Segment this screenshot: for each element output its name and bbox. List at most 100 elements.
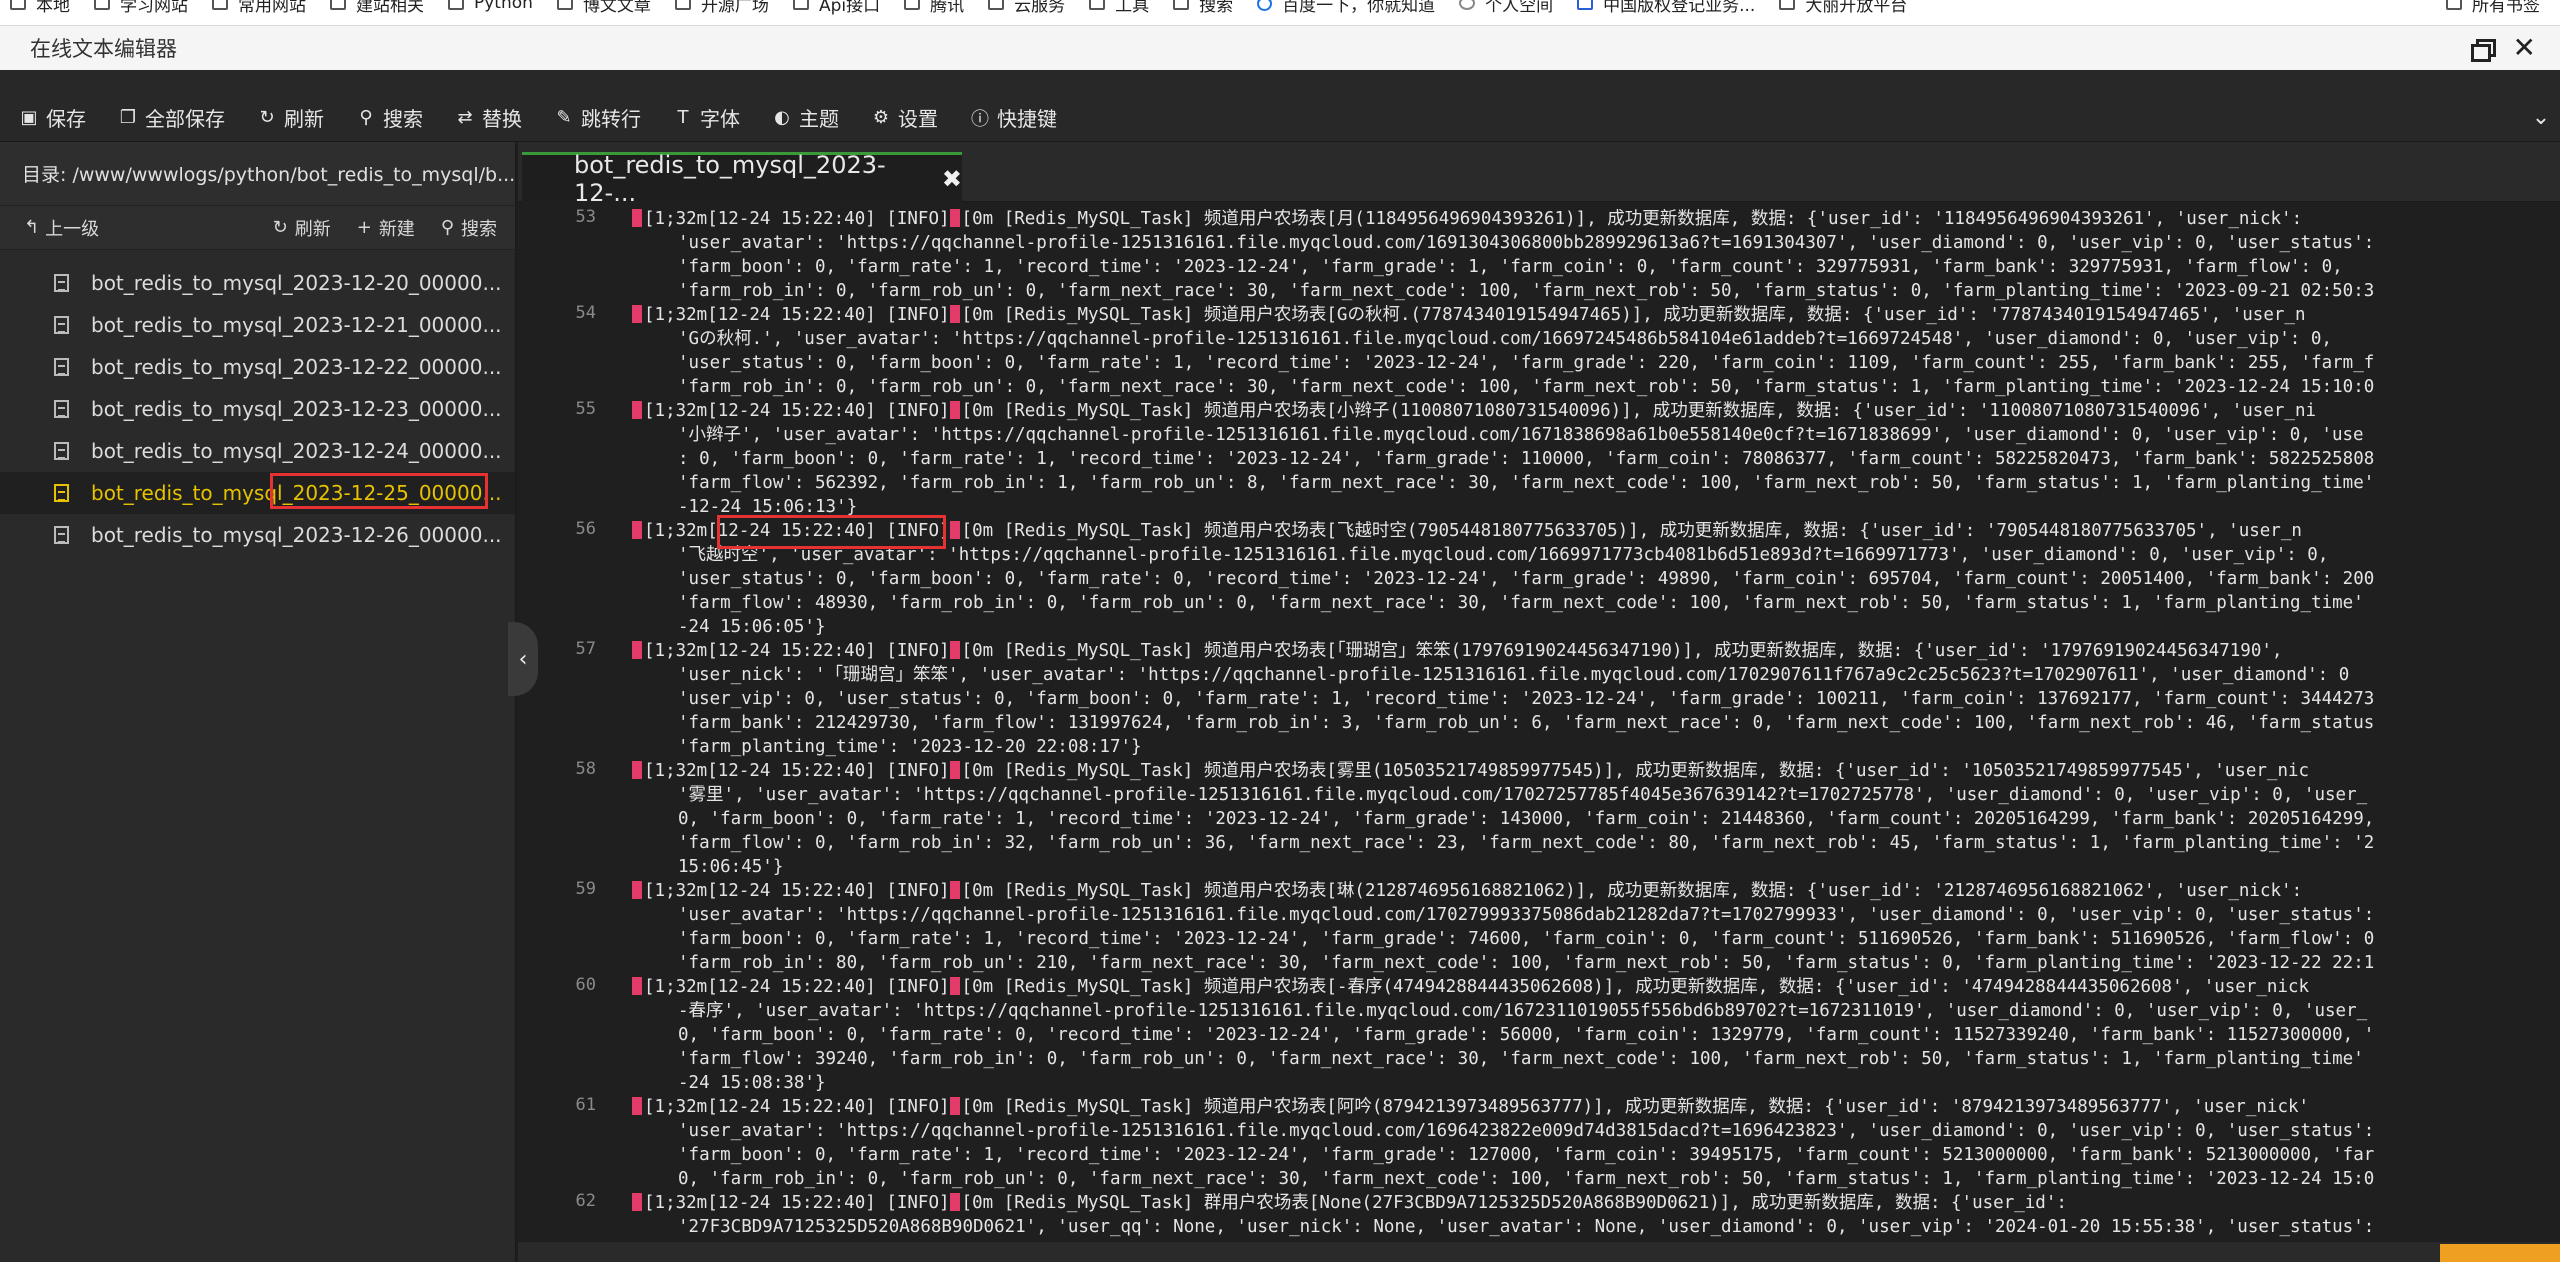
window-titlebar: 在线文本编辑器 ✕ (0, 26, 2560, 70)
goto-line-button[interactable]: ✎ 跳转行 (535, 98, 654, 138)
parent-dir-button[interactable]: ↰ 上一级 (24, 215, 99, 241)
restore-window-icon[interactable] (2470, 39, 2496, 62)
save-button[interactable]: ▣ 保存 (0, 98, 99, 138)
code-line: '27F3CBD9A7125325D520A868B90D0621', 'use… (678, 1217, 2375, 1237)
file-item[interactable]: bot_redis_to_mysql_2023-12-20_00000... (0, 262, 515, 304)
arrow-up-left-icon: ↰ (24, 217, 40, 238)
sidebar-refresh-button[interactable]: ↻ 刷新 (273, 215, 331, 241)
code-editor[interactable]: 53 54 55 56 57 58 59 60 61 62 [1;32m[12-24 15:22:… (518, 202, 2560, 1242)
bookmark-item[interactable]: 博文文章 (547, 0, 665, 16)
code-line: 'user_avatar': 'https://qqchannel-profil… (678, 905, 2375, 925)
code-line: 'farm_rob_in': 80, 'farm_rob_un': 210, '… (678, 953, 2375, 973)
sidebar-search-button[interactable]: ⚲ 搜索 (441, 215, 497, 241)
refresh-icon: ↻ (259, 107, 275, 128)
line-number: 60 (575, 975, 596, 995)
escape-marker (632, 1193, 642, 1211)
chevron-down-icon[interactable]: ⌄ (2522, 98, 2560, 138)
folder-icon (792, 0, 809, 10)
escape-marker (632, 401, 642, 419)
replace-button[interactable]: ⇄ 替换 (436, 98, 535, 138)
code-line: 'farm_flow': 562392, 'farm_rob_in': 1, '… (678, 473, 2375, 493)
escape-marker (949, 977, 960, 995)
code-line: -24 15:06:05'} (678, 617, 826, 637)
line-number: 59 (575, 879, 596, 899)
bookmarks-bar: 本地 学习网站 常用网站 建站相关 Python 博文文章 开源广场 Api接口 腾讯 云服务 工具… (0, 0, 2560, 26)
code-line: 0, 'farm_boon': 0, 'farm_rate': 1, 'reco… (678, 809, 2375, 829)
code-line: 'user_avatar': 'https://qqchannel-profil… (678, 1121, 2375, 1141)
file-icon (54, 400, 69, 418)
bookmark-item[interactable]: Python (438, 0, 547, 13)
bookmark-item[interactable]: 搜索 (1163, 0, 1247, 16)
line-number: 61 (575, 1095, 596, 1115)
close-window-icon[interactable]: ✕ (2513, 34, 2536, 62)
shortcuts-button[interactable]: ⓘ 快捷键 (951, 98, 1070, 138)
code-line: -12-24 15:06:13'} (678, 497, 858, 517)
code-line: '小辫子', 'user_avatar': 'https://qqchannel… (678, 425, 2364, 445)
folder-icon (10, 0, 26, 10)
bookmark-item[interactable]: 个人空间 (1449, 0, 1567, 16)
line-number: 55 (575, 399, 596, 419)
bookmark-item[interactable]: 中国版权登记业务... (1567, 0, 1769, 16)
bookmark-item[interactable]: 大丽开放平台 (1769, 0, 1921, 16)
file-list: bot_redis_to_mysql_2023-12-20_00000... bo… (0, 250, 515, 556)
file-icon (54, 316, 69, 334)
refresh-button[interactable]: ↻ 刷新 (238, 98, 337, 138)
close-tab-icon[interactable]: ✖ (942, 165, 962, 193)
file-item[interactable]: bot_redis_to_mysql_2023-12-23_00000... (0, 388, 515, 430)
file-item[interactable]: bot_redis_to_mysql_2023-12-22_00000... (0, 346, 515, 388)
code-line: 'user_status': 0, 'farm_boon': 0, 'farm_… (678, 569, 2375, 589)
escape-marker (949, 401, 960, 419)
bookmark-item[interactable]: 本地 (0, 0, 84, 16)
bookmark-item[interactable]: 云服务 (978, 0, 1079, 16)
escape-marker (949, 1193, 960, 1211)
file-item[interactable]: bot_redis_to_mysql_2023-12-24_00000... (0, 430, 515, 472)
chevron-left-icon[interactable]: ‹ (508, 622, 538, 696)
folder-icon (1459, 0, 1476, 10)
file-item[interactable]: bot_redis_to_mysql_2023-12-25_00000... (0, 472, 515, 514)
settings-button[interactable]: ⚙ 设置 (852, 98, 951, 138)
code-line: [1;32m[12-24 15:22:40] [INFO] [0m [Redis_… (632, 975, 2309, 999)
folder-icon (1779, 0, 1796, 10)
escape-marker (949, 881, 960, 899)
code-line: -24 15:08:38'} (678, 1073, 826, 1093)
code-line: : 0, 'farm_boon': 0, 'farm_rate': 1, 're… (678, 449, 2375, 469)
search-icon: ⚲ (440, 217, 454, 238)
theme-icon: ◐ (774, 107, 790, 128)
window-title: 在线文本编辑器 (30, 37, 177, 61)
escape-marker (949, 641, 960, 659)
code-line: 'user_vip': 0, 'user_status': 0, 'farm_b… (678, 689, 2375, 709)
file-item[interactable]: bot_redis_to_mysql_2023-12-26_00000... (0, 514, 515, 556)
code-line: 'Gの秋柯.', 'user_avatar': 'https://qqchann… (678, 329, 2332, 349)
bookmark-item[interactable]: 百度一下，你就知道 (1247, 0, 1449, 16)
font-button[interactable]: T 字体 (654, 98, 753, 138)
escape-marker (949, 209, 960, 227)
bookmark-item[interactable]: 学习网站 (84, 0, 202, 16)
code-line: 15:06:45'} (678, 857, 784, 877)
bookmark-item[interactable]: Api接口 (783, 0, 894, 16)
file-icon (54, 526, 69, 544)
search-button[interactable]: ⚲ 搜索 (337, 98, 436, 138)
status-accent (2440, 1244, 2560, 1262)
status-bar (518, 1242, 2560, 1262)
save-icon: ▣ (20, 107, 38, 128)
code-line: 'farm_bank': 212429730, 'farm_flow': 131… (678, 713, 2375, 733)
bookmark-item[interactable]: 建站相关 (320, 0, 438, 16)
replace-icon: ⇄ (457, 107, 473, 128)
code-line: [1;32m[12-24 15:22:40] [INFO] [0m [Redis_… (632, 759, 2309, 783)
all-bookmarks[interactable]: 所有书签 (2436, 0, 2560, 16)
code-line: [1;32m[12-24 15:22:40] [INFO] [0m [Redis_… (632, 303, 2306, 327)
tab-active-file[interactable]: bot_redis_to_mysql_2023-12-... ✖ (522, 151, 962, 207)
bookmark-item[interactable]: 常用网站 (202, 0, 320, 16)
editor-toolbar: ▣ 保存 ❐ 全部保存 ↻ 刷新 ⚲ 搜索 ⇄ 替换 ✎ 跳转行 T 字体 ◐ 主题 ⚙ 设置 ⓘ… (0, 94, 2560, 142)
sidebar-new-button[interactable]: + 新建 (357, 215, 415, 241)
file-item[interactable]: bot_redis_to_mysql_2023-12-21_00000... (0, 304, 515, 346)
folder-icon (988, 0, 1005, 10)
bookmark-item[interactable]: 工具 (1079, 0, 1163, 16)
code-line: 0, 'farm_boon': 0, 'farm_rate': 0, 'reco… (678, 1025, 2375, 1045)
theme-button[interactable]: ◐ 主题 (753, 98, 852, 138)
bookmark-item[interactable]: 腾讯 (894, 0, 978, 16)
line-number: 53 (575, 207, 596, 227)
escape-marker (632, 1097, 642, 1115)
save-all-button[interactable]: ❐ 全部保存 (99, 98, 238, 138)
bookmark-item[interactable]: 开源广场 (665, 0, 783, 16)
